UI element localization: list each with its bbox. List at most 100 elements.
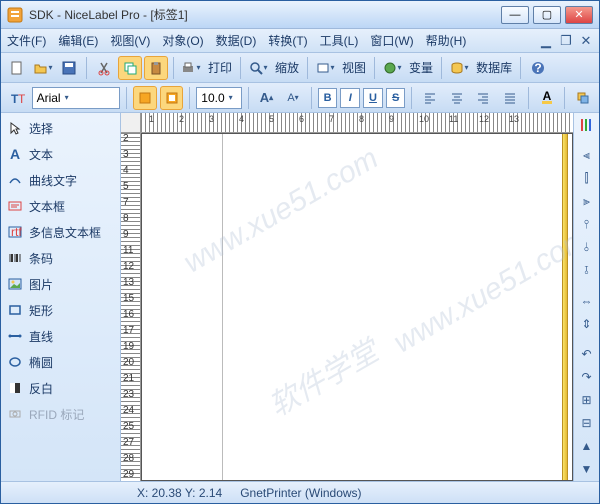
ellipse-icon bbox=[7, 354, 23, 370]
font-mode2-button[interactable] bbox=[160, 86, 184, 110]
align-bottom-button[interactable]: ⫱ bbox=[576, 260, 598, 281]
font-mode1-button[interactable] bbox=[133, 86, 157, 110]
barcode-icon bbox=[7, 250, 23, 266]
window-title: SDK - NiceLabel Pro - [标签1] bbox=[29, 6, 501, 23]
svg-text:A: A bbox=[542, 90, 551, 103]
right-toolbar: ⫷ ⫿ ⫸ ⫯ ⫰ ⫱ ⇔ ⇕ ↶ ↷ ⊞ ⊟ ▲ ▼ bbox=[573, 113, 599, 481]
tool-barcode[interactable]: 条码 bbox=[1, 245, 120, 271]
canvas[interactable]: www.xue51.com 软件学堂 www.xue51.com bbox=[141, 133, 573, 481]
align-center-h-button[interactable]: ⫿ bbox=[576, 168, 598, 189]
rotate-left-button[interactable]: ↶ bbox=[576, 344, 598, 365]
rotate-right-button[interactable]: ↷ bbox=[576, 367, 598, 388]
send-back-button[interactable]: ▼ bbox=[576, 458, 598, 479]
print-button[interactable] bbox=[179, 56, 203, 80]
font-increase-button[interactable]: A▴ bbox=[255, 86, 279, 110]
dist-v-button[interactable]: ⇕ bbox=[576, 313, 598, 334]
align-center-button[interactable] bbox=[445, 86, 469, 110]
font-size-combo[interactable]: 10.0▾ bbox=[196, 87, 241, 109]
tool-curvetext[interactable]: 曲线文字 bbox=[1, 167, 120, 193]
line-icon bbox=[7, 328, 23, 344]
menu-convert[interactable]: 转换(T) bbox=[268, 32, 307, 49]
font-toolbar: TT Arial▾ 10.0▾ A▴ A▾ B I U S A bbox=[1, 83, 599, 113]
italic-button[interactable]: I bbox=[340, 88, 360, 108]
workspace: 12345678910111213 2345789111213151617192… bbox=[121, 113, 573, 481]
variable-button[interactable] bbox=[380, 56, 404, 80]
text-icon: A bbox=[7, 146, 23, 162]
paste-button[interactable] bbox=[144, 56, 168, 80]
menu-tools[interactable]: 工具(L) bbox=[320, 32, 359, 49]
tool-multiline[interactable]: rtf多信息文本框 bbox=[1, 219, 120, 245]
vertical-ruler: 2345789111213151617192021232425272829 bbox=[121, 133, 141, 481]
curvetext-icon bbox=[7, 172, 23, 188]
titlebar: SDK - NiceLabel Pro - [标签1] — ▢ ✕ bbox=[1, 1, 599, 29]
tool-select[interactable]: 选择 bbox=[1, 115, 120, 141]
bold-button[interactable]: B bbox=[318, 88, 338, 108]
font-type-icon[interactable]: TT bbox=[5, 86, 29, 110]
align-top-button[interactable]: ⫯ bbox=[576, 214, 598, 235]
align-right-button[interactable] bbox=[472, 86, 496, 110]
tool-text[interactable]: A文本 bbox=[1, 141, 120, 167]
menu-file[interactable]: 文件(F) bbox=[7, 32, 46, 49]
rfid-icon bbox=[7, 406, 23, 422]
tool-image[interactable]: 图片 bbox=[1, 271, 120, 297]
align-middle-button[interactable]: ⫰ bbox=[576, 237, 598, 258]
menu-view[interactable]: 视图(V) bbox=[110, 32, 150, 49]
tool-line[interactable]: 直线 bbox=[1, 323, 120, 349]
dist-h-button[interactable]: ⇔ bbox=[576, 290, 598, 311]
svg-text:rtf: rtf bbox=[11, 225, 22, 239]
toolbox: 选择 A文本 曲线文字 文本框 rtf多信息文本框 条码 图片 矩形 直线 椭圆… bbox=[1, 113, 121, 481]
font-decrease-button[interactable]: A▾ bbox=[281, 86, 305, 110]
tool-rfid: RFID 标记 bbox=[1, 401, 120, 427]
print-label: 打印 bbox=[208, 59, 232, 76]
underline-button[interactable]: U bbox=[363, 88, 383, 108]
menu-object[interactable]: 对象(O) bbox=[162, 32, 203, 49]
view-button[interactable] bbox=[313, 56, 337, 80]
view-label: 视图 bbox=[342, 59, 366, 76]
menu-data[interactable]: 数据(D) bbox=[216, 32, 257, 49]
strikethrough-button[interactable]: S bbox=[386, 88, 406, 108]
text-color-button[interactable]: A bbox=[535, 86, 559, 110]
align-left-obj-button[interactable]: ⫷ bbox=[576, 146, 598, 167]
cut-button[interactable] bbox=[92, 56, 116, 80]
page-edge bbox=[562, 134, 568, 480]
layer-button[interactable] bbox=[571, 86, 595, 110]
svg-text:T: T bbox=[18, 92, 25, 106]
database-button[interactable] bbox=[447, 56, 471, 80]
zoom-label: 缩放 bbox=[275, 59, 299, 76]
svg-text:?: ? bbox=[534, 61, 541, 75]
menubar: 文件(F) 编辑(E) 视图(V) 对象(O) 数据(D) 转换(T) 工具(L… bbox=[1, 29, 599, 53]
group-button[interactable]: ⊞ bbox=[576, 390, 598, 411]
menu-window[interactable]: 窗口(W) bbox=[370, 32, 413, 49]
help-button[interactable]: ? bbox=[526, 56, 550, 80]
align-right-obj-button[interactable]: ⫸ bbox=[576, 191, 598, 212]
status-coords: X: 20.38 Y: 2.14 bbox=[137, 486, 222, 500]
database-label: 数据库 bbox=[476, 59, 512, 76]
tool-ellipse[interactable]: 椭圆 bbox=[1, 349, 120, 375]
minimize-button[interactable]: — bbox=[501, 6, 529, 24]
align-left-button[interactable] bbox=[418, 86, 442, 110]
doc-minimize-button[interactable]: ▁ bbox=[539, 34, 553, 48]
inverse-icon bbox=[7, 380, 23, 396]
statusbar: X: 20.38 Y: 2.14 GnetPrinter (Windows) bbox=[1, 481, 599, 503]
tool-rect[interactable]: 矩形 bbox=[1, 297, 120, 323]
open-button[interactable] bbox=[31, 56, 55, 80]
new-button[interactable] bbox=[5, 56, 29, 80]
maximize-button[interactable]: ▢ bbox=[533, 6, 561, 24]
copy-button[interactable] bbox=[118, 56, 142, 80]
palette-icon[interactable] bbox=[576, 115, 598, 136]
tool-textbox[interactable]: 文本框 bbox=[1, 193, 120, 219]
ungroup-button[interactable]: ⊟ bbox=[576, 412, 598, 433]
tool-inverse[interactable]: 反白 bbox=[1, 375, 120, 401]
standard-toolbar: 打印 缩放 视图 变量 数据库 ? bbox=[1, 53, 599, 83]
close-button[interactable]: ✕ bbox=[565, 6, 593, 24]
font-name-combo[interactable]: Arial▾ bbox=[32, 87, 121, 109]
rect-icon bbox=[7, 302, 23, 318]
doc-close-button[interactable]: ✕ bbox=[579, 34, 593, 48]
align-justify-button[interactable] bbox=[498, 86, 522, 110]
save-button[interactable] bbox=[57, 56, 81, 80]
menu-help[interactable]: 帮助(H) bbox=[426, 32, 467, 49]
zoom-button[interactable] bbox=[246, 56, 270, 80]
doc-restore-button[interactable]: ❐ bbox=[559, 34, 573, 48]
menu-edit[interactable]: 编辑(E) bbox=[58, 32, 98, 49]
bring-front-button[interactable]: ▲ bbox=[576, 435, 598, 456]
